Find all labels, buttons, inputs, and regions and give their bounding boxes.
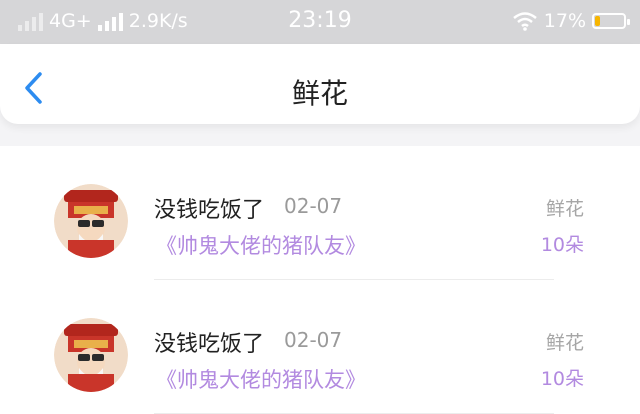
avatar-image — [54, 318, 128, 392]
status-bar: 4G+ 2.9K/s 23:19 17% — [0, 0, 640, 44]
gift-count: 10朵 — [540, 234, 584, 256]
avatar[interactable] — [54, 184, 128, 258]
battery-icon — [592, 13, 630, 29]
list-item[interactable]: 没钱吃饭了 02-07 《帅鬼大佬的猪队友》 鲜花 10朵 — [0, 280, 640, 414]
battery-fill — [595, 16, 600, 26]
gift-date: 02-07 — [284, 194, 343, 218]
gift-date: 02-07 — [284, 328, 343, 352]
book-title-link[interactable]: 《帅鬼大佬的猪队友》 — [156, 230, 366, 260]
status-right: 17% — [512, 10, 630, 32]
gift-type: 鲜花 — [545, 332, 584, 354]
page-title: 鲜花 — [291, 77, 348, 110]
user-name: 没钱吃饭了 — [154, 198, 265, 223]
avatar-image — [54, 184, 128, 258]
nav-bar: 鲜花 — [0, 44, 640, 124]
battery-tip — [627, 19, 630, 25]
user-name: 没钱吃饭了 — [154, 332, 265, 357]
wifi-icon — [512, 12, 537, 31]
flower-list: 没钱吃饭了 02-07 《帅鬼大佬的猪队友》 鲜花 10朵 没钱吃饭了 02-0… — [0, 146, 640, 414]
book-title-link[interactable]: 《帅鬼大佬的猪队友》 — [156, 364, 366, 394]
avatar[interactable] — [54, 318, 128, 392]
gift-count: 10朵 — [540, 368, 584, 390]
gift-type: 鲜花 — [545, 198, 584, 220]
battery-percent: 17% — [543, 10, 586, 32]
list-item[interactable]: 没钱吃饭了 02-07 《帅鬼大佬的猪队友》 鲜花 10朵 — [0, 146, 640, 280]
